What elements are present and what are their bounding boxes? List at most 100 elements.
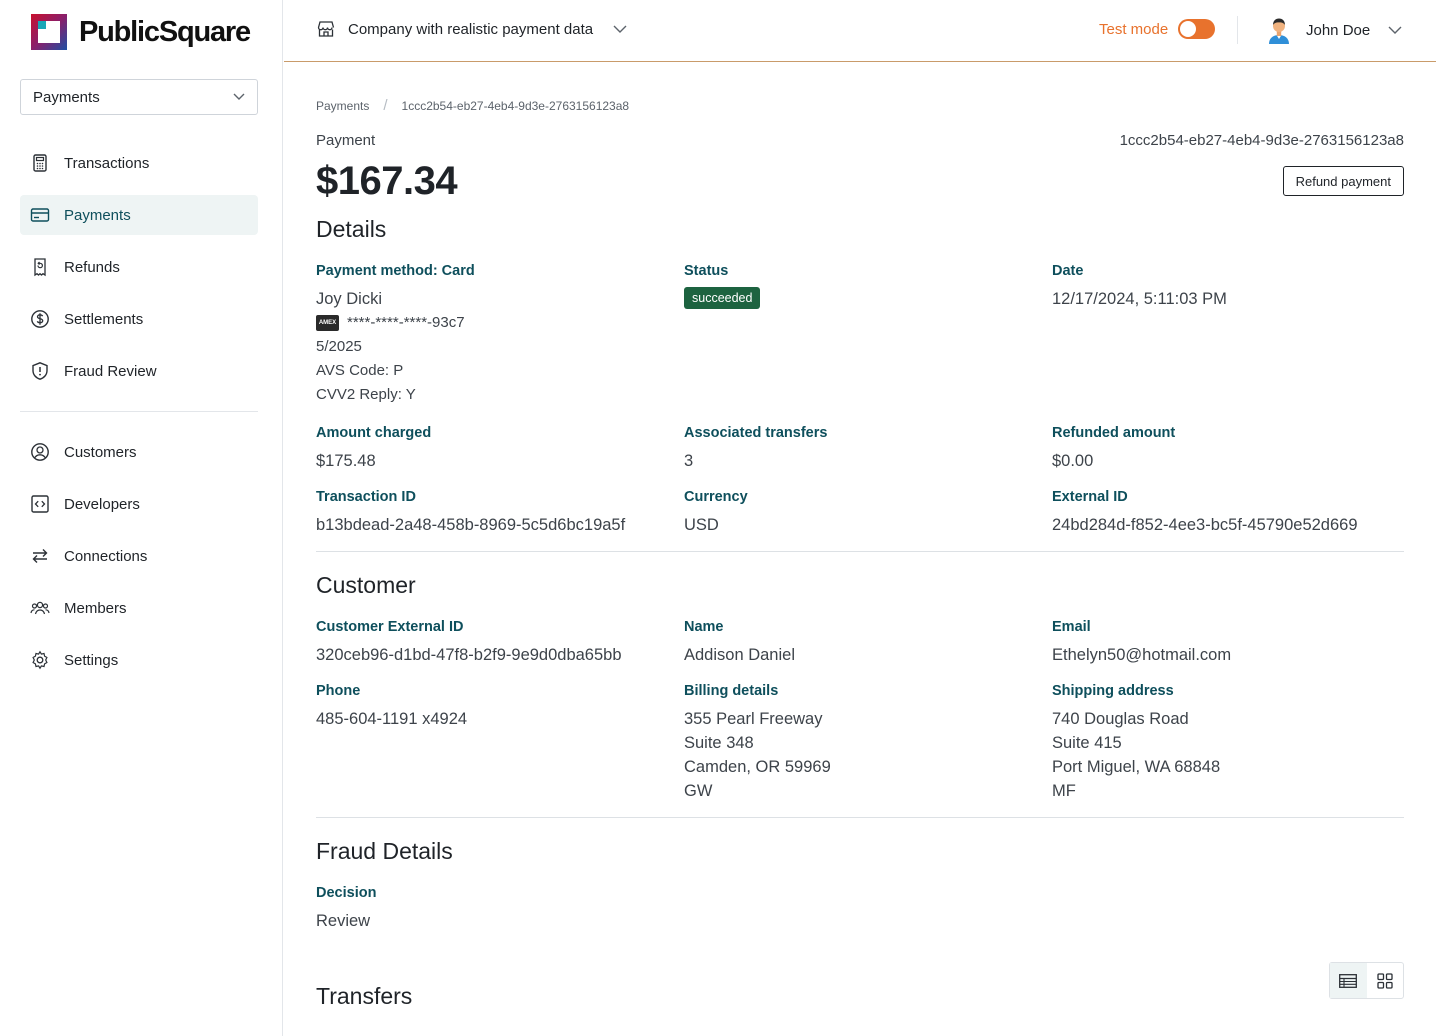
payment-amount: $167.34 bbox=[316, 159, 458, 203]
header-divider bbox=[1237, 16, 1238, 44]
company-switcher[interactable]: Company with realistic payment data bbox=[316, 19, 627, 39]
transaction-id-field: Transaction ID b13bdead-2a48-458b-8969-5… bbox=[316, 489, 676, 537]
test-mode: Test mode bbox=[1099, 19, 1216, 39]
billing-line: 355 Pearl Freeway bbox=[684, 710, 823, 728]
shield-alert-icon bbox=[32, 362, 48, 380]
nav-divider bbox=[20, 411, 258, 412]
transaction-id-value: b13bdead-2a48-458b-8969-5c5d6bc19a5f bbox=[316, 516, 626, 534]
users-icon bbox=[30, 601, 50, 615]
user-menu[interactable]: John Doe bbox=[1264, 15, 1402, 45]
breadcrumb: Payments / 1ccc2b54-eb27-4eb4-9d3e-27631… bbox=[316, 97, 629, 114]
refund-payment-button[interactable]: Refund payment bbox=[1282, 166, 1404, 196]
external-id-field: External ID 24bd284d-f852-4ee3-bc5f-4579… bbox=[1052, 489, 1412, 537]
brand-name: PublicSquare bbox=[79, 16, 251, 48]
sidebar-item-settlements[interactable]: Settlements bbox=[20, 299, 258, 339]
card-number: ****-****-****-93c7 bbox=[347, 314, 465, 331]
grid-icon bbox=[1377, 972, 1393, 989]
amount-charged-value: $175.48 bbox=[316, 452, 376, 470]
sidebar-item-members[interactable]: Members bbox=[20, 588, 258, 628]
fraud-details-title: Fraud Details bbox=[316, 838, 453, 864]
credit-card-icon bbox=[30, 208, 50, 222]
dollar-circle-icon bbox=[31, 310, 49, 328]
sidebar-item-label: Transactions bbox=[64, 154, 150, 172]
currency-value: USD bbox=[684, 516, 719, 534]
sidebar-item-connections[interactable]: Connections bbox=[20, 536, 258, 576]
section-divider bbox=[316, 551, 1404, 552]
customer-phone-label: Phone bbox=[316, 683, 361, 699]
sidebar-item-settings[interactable]: Settings bbox=[20, 640, 258, 680]
breadcrumb-separator: / bbox=[383, 97, 388, 114]
card-expiry: 5/2025 bbox=[316, 338, 362, 355]
sidebar-item-payments[interactable]: Payments bbox=[20, 195, 258, 235]
sidebar-item-developers[interactable]: Developers bbox=[20, 484, 258, 524]
app-select-value: Payments bbox=[33, 88, 100, 106]
brand-logo[interactable]: PublicSquare bbox=[31, 14, 251, 50]
customer-email-label: Email bbox=[1052, 619, 1091, 635]
sidebar-item-customers[interactable]: Customers bbox=[20, 432, 258, 472]
sidebar: PublicSquare Payments Transactions Payme… bbox=[0, 0, 283, 1036]
app-select[interactable]: Payments bbox=[20, 79, 258, 115]
date-label: Date bbox=[1052, 263, 1084, 279]
sidebar-item-label: Customers bbox=[64, 443, 137, 461]
arrows-swap-icon bbox=[32, 549, 48, 563]
shipping-line: Port Miguel, WA 68848 bbox=[1052, 758, 1221, 776]
test-mode-label: Test mode bbox=[1099, 20, 1169, 38]
avatar bbox=[1269, 18, 1289, 44]
refund-icon bbox=[34, 258, 46, 277]
customer-email-value: Ethelyn50@hotmail.com bbox=[1052, 646, 1232, 664]
chevron-down-icon bbox=[233, 93, 245, 100]
customer-external-id-value: 320ceb96-d1bd-47f8-b2f9-9e9d0dba65bb bbox=[316, 646, 622, 664]
company-name: Company with realistic payment data bbox=[348, 20, 594, 38]
status-label: Status bbox=[684, 263, 729, 279]
secondary-nav: Customers Developers Connections Members… bbox=[20, 432, 258, 692]
cvv-reply: CVV2 Reply: Y bbox=[316, 386, 416, 403]
amex-card-icon: AMEX bbox=[316, 315, 339, 331]
payment-method-field: Payment method: Card Joy Dicki AMEX ****… bbox=[316, 263, 676, 407]
currency-field: Currency USD bbox=[684, 489, 1044, 537]
breadcrumb-current: 1ccc2b54-eb27-4eb4-9d3e-2763156123a8 bbox=[401, 98, 630, 113]
avs-code: AVS Code: P bbox=[316, 362, 404, 379]
details-title: Details bbox=[316, 216, 387, 242]
billing-line: GW bbox=[684, 782, 713, 800]
billing-details-field: Billing details 355 Pearl Freeway Suite … bbox=[684, 683, 1044, 803]
billing-details-label: Billing details bbox=[684, 683, 779, 699]
sidebar-item-label: Developers bbox=[64, 495, 140, 513]
currency-label: Currency bbox=[684, 489, 748, 505]
date-value: 12/17/2024, 5:11:03 PM bbox=[1052, 290, 1227, 308]
fraud-decision-field: Decision Review bbox=[316, 885, 676, 933]
grid-view-button[interactable] bbox=[1367, 963, 1404, 998]
sidebar-item-label: Fraud Review bbox=[64, 362, 157, 380]
payment-id: 1ccc2b54-eb27-4eb4-9d3e-2763156123a8 bbox=[1119, 132, 1404, 149]
billing-line: Camden, OR 59969 bbox=[684, 758, 831, 776]
chevron-down-icon bbox=[613, 25, 627, 33]
status-field: Status succeeded bbox=[684, 263, 1044, 309]
fraud-decision-label: Decision bbox=[316, 885, 377, 901]
date-field: Date 12/17/2024, 5:11:03 PM bbox=[1052, 263, 1412, 311]
refunded-amount-value: $0.00 bbox=[1052, 452, 1094, 470]
gear-icon bbox=[32, 650, 48, 670]
sidebar-item-label: Refunds bbox=[64, 258, 120, 276]
user-circle-icon bbox=[31, 443, 49, 461]
associated-transfers-field: Associated transfers 3 bbox=[684, 425, 1044, 473]
sidebar-item-refunds[interactable]: Refunds bbox=[20, 247, 258, 287]
refunded-amount-label: Refunded amount bbox=[1052, 425, 1176, 441]
test-mode-toggle[interactable] bbox=[1178, 19, 1216, 39]
customer-name-field: Name Addison Daniel bbox=[684, 619, 1044, 667]
amount-charged-field: Amount charged $175.48 bbox=[316, 425, 676, 473]
sidebar-item-label: Members bbox=[64, 599, 127, 617]
customer-external-id-field: Customer External ID 320ceb96-d1bd-47f8-… bbox=[316, 619, 676, 667]
customer-phone-field: Phone 485-604-1191 x4924 bbox=[316, 683, 676, 731]
transaction-id-label: Transaction ID bbox=[316, 489, 416, 505]
customer-name-value: Addison Daniel bbox=[684, 646, 795, 664]
customer-email-field: Email Ethelyn50@hotmail.com bbox=[1052, 619, 1412, 667]
sidebar-item-transactions[interactable]: Transactions bbox=[20, 143, 258, 183]
table-view-button[interactable] bbox=[1330, 963, 1367, 998]
sidebar-item-label: Payments bbox=[64, 206, 131, 224]
amount-charged-label: Amount charged bbox=[316, 425, 432, 441]
shipping-address-label: Shipping address bbox=[1052, 683, 1174, 699]
sidebar-item-fraud-review[interactable]: Fraud Review bbox=[20, 351, 258, 391]
calculator-icon bbox=[33, 154, 47, 172]
customer-title: Customer bbox=[316, 572, 416, 598]
customer-external-id-label: Customer External ID bbox=[316, 619, 464, 635]
breadcrumb-payments-link[interactable]: Payments bbox=[316, 99, 369, 113]
